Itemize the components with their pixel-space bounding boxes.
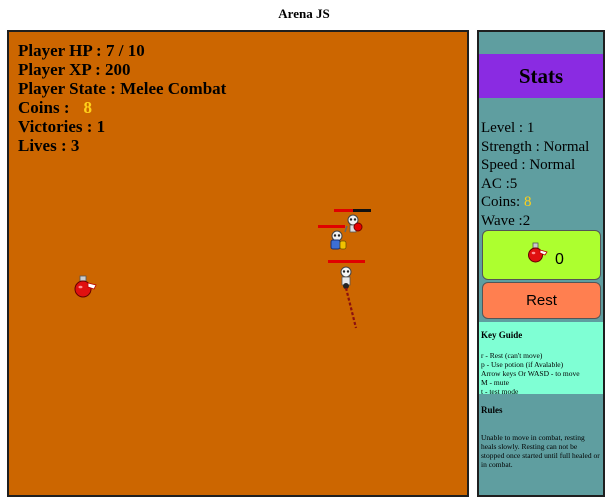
stats-list: Level : 1 Strength : Normal Speed : Norm… [481, 119, 589, 230]
stat-ac: AC :5 [481, 175, 518, 192]
skeleton-player-icon[interactable] [336, 266, 360, 332]
key-guide-heading: Key Guide [481, 330, 523, 340]
player-lives: Lives : 3 [18, 136, 80, 155]
key-guide-line: p - Use potion (if Avalable) [481, 360, 564, 369]
coins-value: 8 [83, 98, 92, 117]
enemy-2-health-bar [318, 225, 345, 228]
stat-coins-value: 8 [523, 194, 532, 210]
stat-coins-label: Coins: [481, 194, 521, 210]
stat-speed: Speed : Normal [481, 157, 576, 173]
stat-level: Level : 1 [481, 120, 535, 136]
player-victories: Victories : 1 [18, 117, 106, 136]
enemy-1-health-bar [334, 209, 371, 212]
page-title: Arena JS [278, 6, 330, 21]
key-guide-line: M - mute [481, 378, 509, 387]
stat-wave: Wave :2 [481, 212, 531, 229]
stats-panel: Stats Level : 1 Strength : Normal Speed … [477, 30, 605, 497]
player-xp: Player XP : 200 [18, 60, 131, 79]
potion-count: 0 [555, 251, 564, 268]
stat-coins: Coins: 8 [481, 193, 589, 212]
player-hp: Player HP : 7 / 10 [18, 41, 145, 60]
player-coins: Coins : 8 [18, 98, 226, 117]
stats-header: Stats [479, 54, 603, 98]
enemy-2-health-fill [318, 225, 345, 228]
rest-button[interactable]: Rest [482, 282, 601, 319]
key-guide-line: r - Rest (can't move) [481, 351, 543, 360]
key-guide-line: t - test mode [481, 387, 519, 396]
key-guide-line: Arrow keys Or WASD - to move [481, 369, 580, 378]
rules-heading: Rules [481, 405, 503, 415]
skeleton-shield-icon[interactable] [327, 230, 349, 252]
stat-strength: Strength : Normal [481, 138, 590, 155]
player-health-bar [328, 260, 365, 263]
coins-label: Coins : [18, 98, 70, 117]
red-potion-icon[interactable] [73, 275, 99, 299]
enemy-1-health-fill [334, 209, 353, 212]
game-arena[interactable]: Player HP : 7 / 10 Player XP : 200 Playe… [7, 30, 469, 497]
key-guide-lines: r - Rest (can't move) p - Use potion (if… [481, 351, 580, 396]
player-health-fill [328, 260, 365, 263]
rules-text: Unable to move in combat, resting heals … [481, 433, 600, 469]
key-guide: Key Guide r - Rest (can't move) p - Use … [479, 322, 603, 396]
player-state: Player State : Melee Combat [18, 79, 227, 98]
hud: Player HP : 7 / 10 Player XP : 200 Playe… [18, 41, 226, 155]
red-potion-icon [528, 242, 548, 263]
use-potion-button[interactable]: 0 [482, 230, 601, 280]
